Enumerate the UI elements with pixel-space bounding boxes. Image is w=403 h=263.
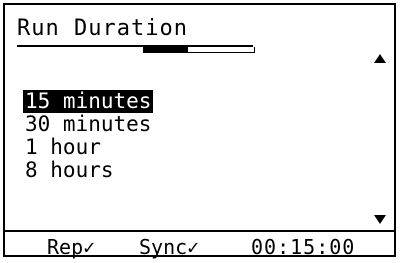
sync-status: Sync✓ (139, 235, 200, 259)
duration-option-1-hour[interactable]: 1 hour (23, 136, 103, 159)
scroll-up-icon[interactable] (374, 54, 386, 63)
duration-option-list: 15 minutes 30 minutes 1 hour 8 hours (23, 90, 154, 182)
rep-status: Rep✓ (47, 235, 96, 259)
status-bar: Rep✓ Sync✓ 00:15:00 (5, 236, 394, 258)
duration-option-15-minutes[interactable]: 15 minutes (23, 90, 154, 113)
duration-time-readout: 00:15:00 (251, 235, 356, 259)
device-screen: Run Duration 15 minutes 30 minutes 1 hou… (3, 3, 396, 258)
status-divider (5, 230, 394, 232)
screen-title: Run Duration (17, 16, 188, 41)
scroll-indicator (143, 47, 255, 53)
scroll-indicator-fill (144, 47, 188, 52)
duration-option-8-hours[interactable]: 8 hours (23, 159, 116, 182)
scroll-down-icon[interactable] (374, 215, 386, 224)
duration-option-30-minutes[interactable]: 30 minutes (23, 113, 153, 136)
